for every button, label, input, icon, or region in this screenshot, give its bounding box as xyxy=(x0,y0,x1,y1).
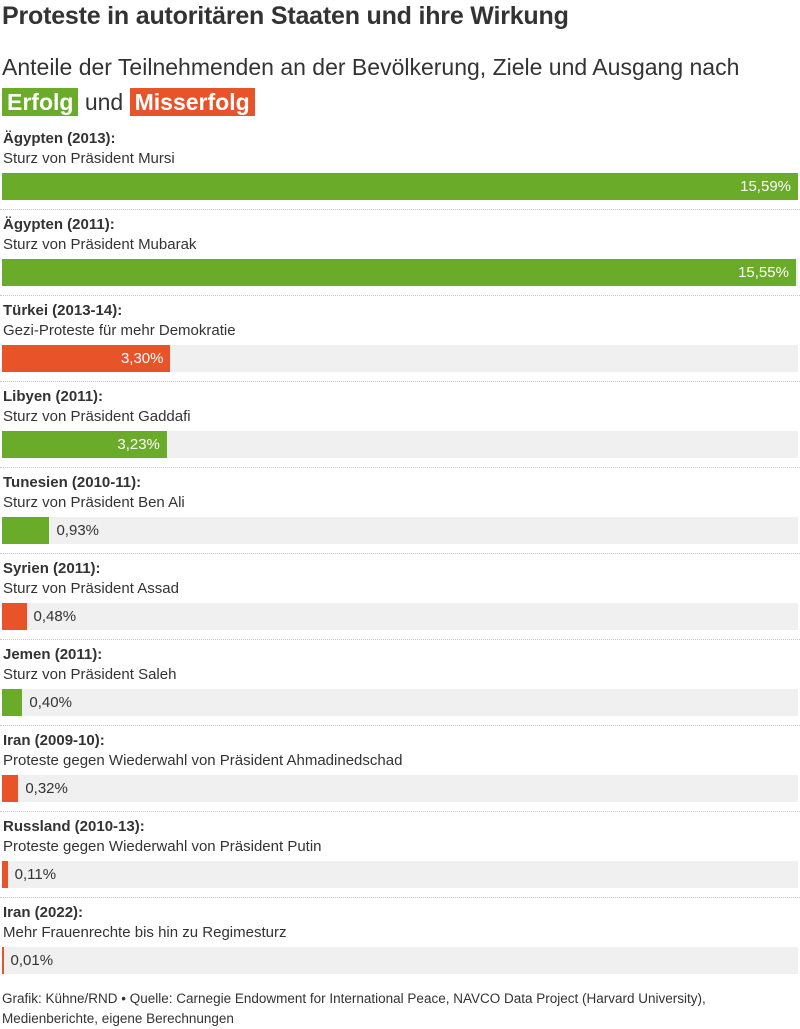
legend-connector: und xyxy=(84,89,124,115)
value-label: 0,32% xyxy=(25,780,68,797)
bar-track: 15,55% xyxy=(2,259,798,286)
value-label: 0,11% xyxy=(14,866,57,883)
success-bar xyxy=(2,517,50,544)
goal-label: Proteste gegen Wiederwahl von Präsident … xyxy=(3,838,322,855)
chart-row: Iran (2009-10): Proteste gegen Wiederwahl… xyxy=(0,726,800,812)
chart-subtitle: Anteile der Teilnehmenden an der Bevölke… xyxy=(2,50,798,120)
country-label: Syrien (2011): xyxy=(3,560,101,577)
bar-track: 3,23% xyxy=(2,431,798,458)
bar-track: 3,30% xyxy=(2,345,798,372)
goal-label: Sturz von Präsident Saleh xyxy=(3,666,177,683)
failure-bar xyxy=(2,947,4,974)
value-label: 0,01% xyxy=(10,952,54,969)
chart-row: Ägypten (2011): Sturz von Präsident Mubar… xyxy=(0,210,800,296)
bar-track: 0,93% xyxy=(2,517,798,544)
chart-row: Ägypten (2013): Sturz von Präsident Mursi… xyxy=(0,124,800,210)
value-label: 3,23% xyxy=(117,436,160,453)
value-label: 0,48% xyxy=(33,608,77,625)
success-bar xyxy=(2,689,23,716)
source-footer: Grafik: Kühne/RND • Quelle: Carnegie End… xyxy=(2,991,706,1026)
chart-row: Türkei (2013-14): Gezi-Proteste für mehr … xyxy=(0,296,800,382)
chart-title: Proteste in autoritären Staaten und ihre… xyxy=(2,2,569,30)
goal-label: Gezi-Proteste für mehr Demokratie xyxy=(3,322,236,339)
goal-label: Sturz von Präsident Ben Ali xyxy=(3,494,185,511)
goal-label: Sturz von Präsident Assad xyxy=(3,580,179,597)
country-label: Türkei (2013-14): xyxy=(3,302,123,319)
country-label: Ägypten (2011): xyxy=(3,216,115,233)
chart-row: Tunesien (2010-11): Sturz von Präsident B… xyxy=(0,468,800,554)
country-label: Tunesien (2010-11): xyxy=(3,474,142,491)
bar-track: 0,32% xyxy=(2,775,798,802)
country-label: Jemen (2011): xyxy=(3,646,103,663)
value-label: 15,55% xyxy=(738,264,789,281)
value-label: 3,30% xyxy=(120,350,164,367)
bar-track: 0,48% xyxy=(2,603,798,630)
chart-row: Jemen (2011): Sturz von Präsident Saleh 0,… xyxy=(0,640,800,726)
goal-label: Mehr Frauenrechte bis hin zu Regimesturz xyxy=(3,924,287,941)
country-label: Iran (2022): xyxy=(3,904,84,921)
chart-row: Libyen (2011): Sturz von Präsident Gaddaf… xyxy=(0,382,800,468)
legend-failure-tag: Misserfolg xyxy=(129,88,255,116)
goal-label: Sturz von Präsident Mursi xyxy=(3,150,175,167)
value-label: 0,93% xyxy=(56,522,100,539)
goal-label: Proteste gegen Wiederwahl von Präsident … xyxy=(3,752,403,769)
chart-row: Iran (2022): Mehr Frauenrechte bis hin zu… xyxy=(0,898,800,983)
failure-bar xyxy=(2,775,19,802)
goal-label: Sturz von Präsident Gaddafi xyxy=(3,408,191,425)
subtitle-text: Anteile der Teilnehmenden an der Bevölke… xyxy=(2,54,740,80)
value-label: 15,59% xyxy=(740,178,791,195)
bar-chart: Ägypten (2013): Sturz von Präsident Mursi… xyxy=(0,124,800,983)
failure-bar xyxy=(2,861,8,888)
value-label: 0,40% xyxy=(29,694,72,711)
legend-success-tag: Erfolg xyxy=(2,88,79,116)
bar-track: 15,59% xyxy=(2,173,798,200)
bar-track: 0,40% xyxy=(2,689,798,716)
bar-track: 0,11% xyxy=(2,861,798,888)
country-label: Russland (2010-13): xyxy=(3,818,145,835)
chart-row: Russland (2010-13): Proteste gegen Wieder… xyxy=(0,812,800,898)
country-label: Libyen (2011): xyxy=(3,388,104,405)
failure-bar xyxy=(2,603,27,630)
bar-track: 0,01% xyxy=(2,947,798,974)
chart-row: Syrien (2011): Sturz von Präsident Assad 0… xyxy=(0,554,800,640)
goal-label: Sturz von Präsident Mubarak xyxy=(3,236,197,253)
country-label: Iran (2009-10): xyxy=(3,732,105,749)
country-label: Ägypten (2013): xyxy=(3,130,116,147)
